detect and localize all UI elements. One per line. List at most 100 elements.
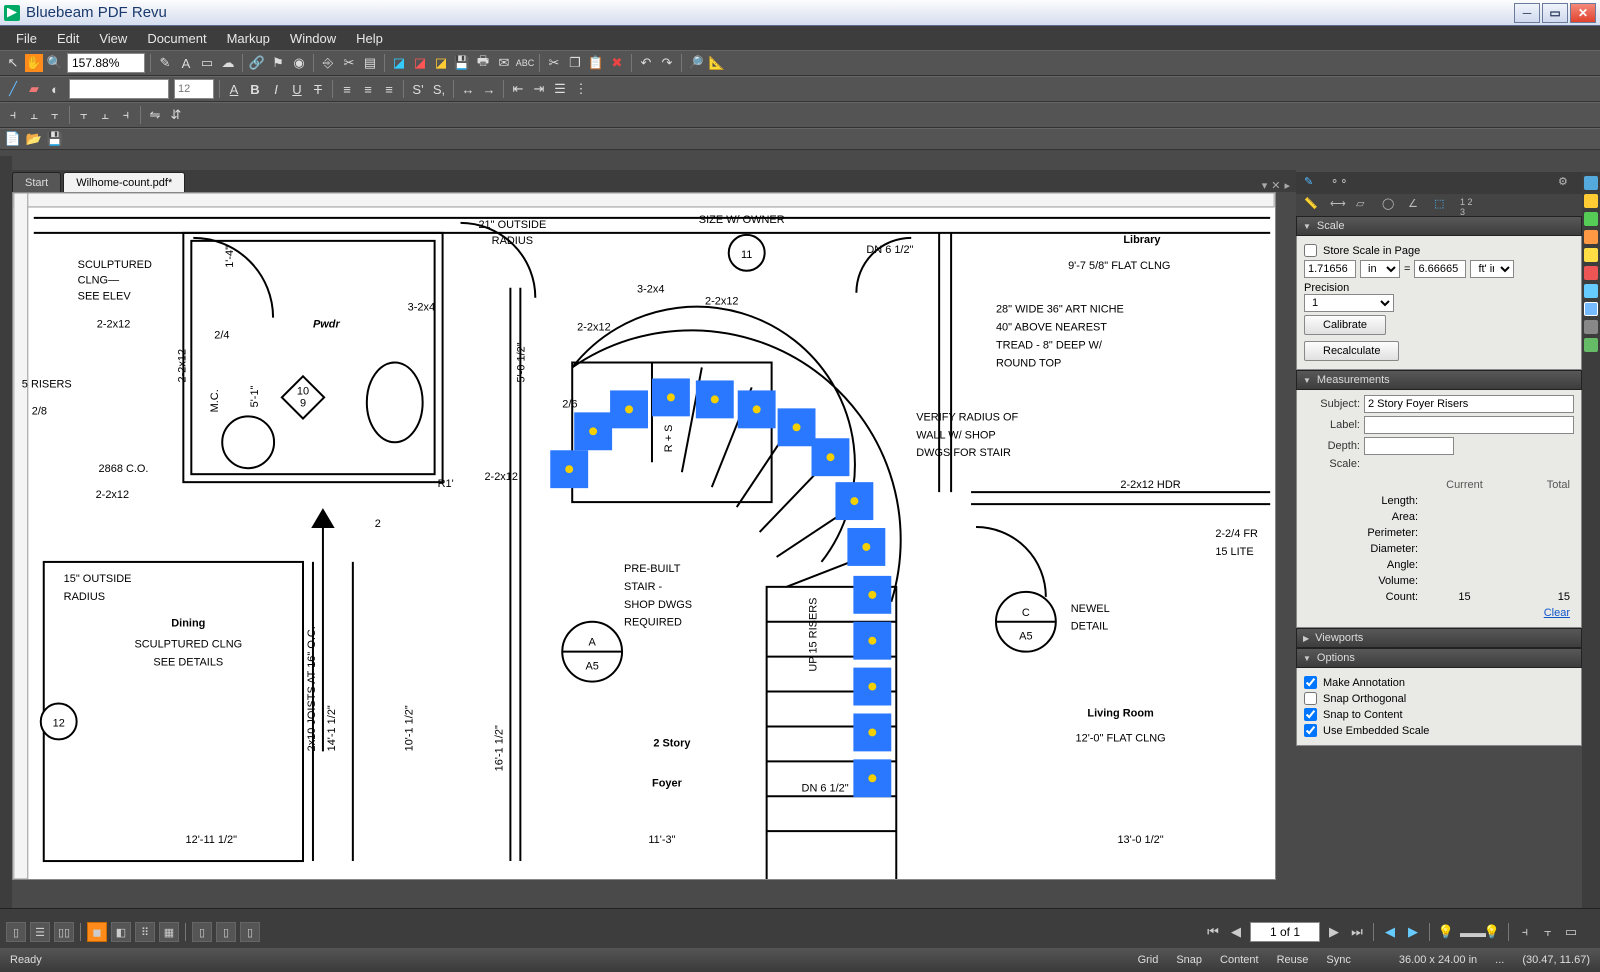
fontsize-input[interactable] (174, 79, 214, 99)
dim-slider-icon[interactable]: ▬▬ (1460, 925, 1478, 940)
right-dock[interactable] (1582, 172, 1600, 908)
menu-edit[interactable]: Edit (47, 29, 89, 48)
undo-icon[interactable]: ↶ (637, 54, 655, 72)
view-single-icon[interactable]: ▯ (6, 922, 26, 942)
nav-back-icon[interactable]: ◀ (1381, 924, 1399, 940)
scale-val2-input[interactable] (1414, 260, 1466, 278)
menu-window[interactable]: Window (280, 29, 346, 48)
tool-ruler-icon[interactable]: 📏 (1304, 197, 1320, 213)
status-grid[interactable]: Grid (1138, 954, 1159, 966)
maximize-button[interactable]: ▭ (1542, 3, 1568, 23)
paneltab-link-icon[interactable]: ⚬⚬ (1330, 175, 1346, 191)
minimize-button[interactable]: ─ (1514, 3, 1540, 23)
status-sync[interactable]: Sync (1326, 954, 1350, 966)
split-close-icon[interactable]: ▭ (1562, 924, 1580, 940)
precision-select[interactable]: 1 (1304, 294, 1394, 312)
scale-unit2-select[interactable]: ft' ir (1470, 260, 1514, 278)
dock-yellow-icon[interactable] (1584, 194, 1598, 208)
prev-page-icon[interactable]: ◀ (1227, 924, 1245, 940)
calibrate-button[interactable]: Calibrate (1304, 315, 1386, 335)
pan-icon[interactable]: ✋ (25, 54, 43, 72)
nav-fwd-icon[interactable]: ▶ (1404, 924, 1422, 940)
cut-icon[interactable]: ✂ (545, 54, 563, 72)
last-page-icon[interactable]: ⏭ (1348, 924, 1366, 940)
crop-icon[interactable]: ⎆ (319, 54, 337, 72)
align-center-icon[interactable]: ≡ (359, 80, 377, 98)
view-side-icon[interactable]: ▯▯ (54, 922, 74, 942)
print-icon[interactable]: 🖶 (474, 54, 492, 72)
textcolor-icon[interactable]: A (225, 80, 243, 98)
section-viewports[interactable]: Viewports (1296, 628, 1582, 648)
align-l-icon[interactable]: ⫞ (4, 106, 22, 124)
link-icon[interactable]: 🔗 (248, 54, 266, 72)
line-color-icon[interactable]: ╱ (4, 80, 22, 98)
tab-close-icon[interactable]: ✕ (1271, 179, 1280, 192)
dock-cyan-icon[interactable] (1584, 284, 1598, 298)
dock-box-icon[interactable] (1584, 302, 1598, 316)
tab-new-icon[interactable]: ▸ (1284, 179, 1290, 192)
dock-blue-icon[interactable] (1584, 176, 1598, 190)
page-input[interactable] (1250, 922, 1320, 942)
flip-v-icon[interactable]: ⇵ (167, 106, 185, 124)
menu-help[interactable]: Help (346, 29, 393, 48)
save-icon[interactable]: 💾 (453, 54, 471, 72)
opacity-icon[interactable]: ◐ (46, 80, 64, 98)
tool-dim-icon[interactable]: ⟷ (1330, 197, 1346, 213)
font-input[interactable] (69, 79, 169, 99)
strike-icon[interactable]: T (309, 80, 327, 98)
view-page3-icon[interactable]: ▯ (240, 922, 260, 942)
flip-h-icon[interactable]: ⇋ (146, 106, 164, 124)
yellow-icon[interactable]: ◪ (432, 54, 450, 72)
dock-orange-icon[interactable] (1584, 230, 1598, 244)
super-icon[interactable]: S' (409, 80, 427, 98)
recalculate-button[interactable]: Recalculate (1304, 341, 1399, 361)
redo-icon[interactable]: ↷ (658, 54, 676, 72)
bold-icon[interactable]: B (246, 80, 264, 98)
align-t-icon[interactable]: ⫟ (75, 106, 93, 124)
flag-icon[interactable]: ⚑ (269, 54, 287, 72)
fill-color-icon[interactable]: ▰ (25, 80, 43, 98)
menu-file[interactable]: File (6, 29, 47, 48)
align-r-icon[interactable]: ⫟ (46, 106, 64, 124)
view-page2-icon[interactable]: ▯ (216, 922, 236, 942)
scale-unit1-select[interactable]: in (1360, 260, 1400, 278)
tool-perim-icon[interactable]: ◯ (1382, 197, 1398, 213)
indent-out-icon[interactable]: ⇤ (509, 80, 527, 98)
store-scale-checkbox[interactable] (1304, 244, 1317, 257)
zoom-icon[interactable]: 🔍 (46, 54, 64, 72)
tab-dropdown-icon[interactable]: ▾ (1262, 179, 1268, 192)
section-scale[interactable]: Scale (1296, 216, 1582, 236)
subject-input[interactable] (1364, 395, 1574, 413)
italic-icon[interactable]: I (267, 80, 285, 98)
view-full-icon[interactable]: ◼ (87, 922, 107, 942)
close-button[interactable]: ✕ (1570, 3, 1596, 23)
label-input[interactable] (1364, 416, 1574, 434)
dock-grey-icon[interactable] (1584, 320, 1598, 334)
save2-icon[interactable]: 💾 (46, 130, 64, 148)
delete-icon[interactable]: ✖ (608, 54, 626, 72)
opt-snap-content-checkbox[interactable] (1304, 708, 1317, 721)
view-cont-icon[interactable]: ☰ (30, 922, 50, 942)
view-split-icon[interactable]: ◧ (111, 922, 131, 942)
indent-in-icon[interactable]: ⇥ (530, 80, 548, 98)
menu-document[interactable]: Document (137, 29, 216, 48)
new-icon[interactable]: 📄 (4, 130, 22, 148)
first-page-icon[interactable]: ⏮ (1204, 924, 1222, 940)
page-icon[interactable]: ▤ (361, 54, 379, 72)
spell-icon[interactable]: ABC (516, 54, 534, 72)
menu-view[interactable]: View (89, 29, 137, 48)
pen-icon[interactable]: ✎ (156, 54, 174, 72)
underline-icon[interactable]: U (288, 80, 306, 98)
depth-input[interactable] (1364, 437, 1454, 455)
email-icon[interactable]: ✉ (495, 54, 513, 72)
next-page-icon[interactable]: ▶ (1325, 924, 1343, 940)
paste-icon[interactable]: 📋 (587, 54, 605, 72)
tool-volume-icon[interactable]: ⬚ (1434, 197, 1450, 213)
search-icon[interactable]: 🔎 (687, 54, 705, 72)
status-reuse[interactable]: Reuse (1277, 954, 1309, 966)
section-measurements[interactable]: Measurements (1296, 370, 1582, 390)
dock-red-icon[interactable] (1584, 266, 1598, 280)
arrow-end-icon[interactable]: → (480, 80, 498, 98)
paneltab-measure-icon[interactable]: ✎ (1304, 175, 1320, 191)
status-snap[interactable]: Snap (1176, 954, 1202, 966)
